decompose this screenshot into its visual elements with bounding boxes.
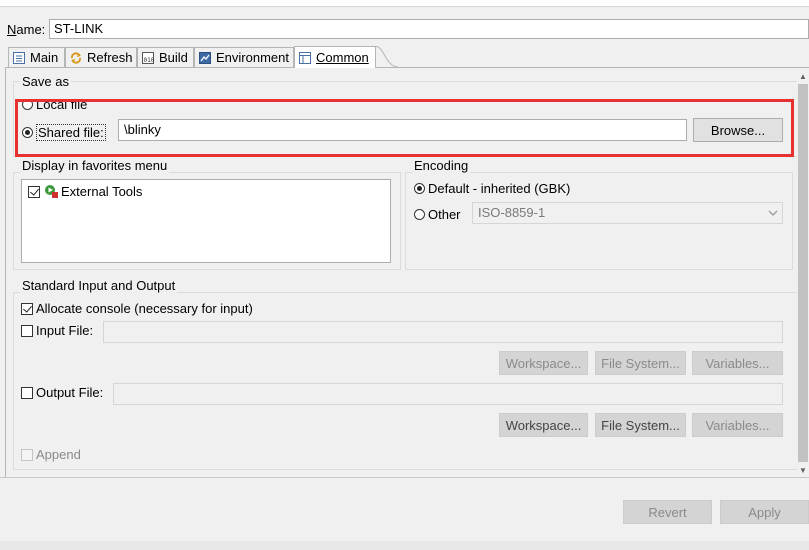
std-io-title: Standard Input and Output bbox=[20, 278, 178, 293]
name-input[interactable]: ST-LINK bbox=[49, 19, 809, 39]
output-file-input[interactable] bbox=[113, 383, 783, 405]
std-io-group bbox=[13, 292, 798, 470]
output-variables-button[interactable]: Variables... bbox=[692, 413, 783, 437]
chevron-down-icon bbox=[766, 206, 780, 220]
external-tools-label: External Tools bbox=[61, 184, 143, 199]
favorites-title: Display in favorites menu bbox=[20, 158, 170, 173]
tab-build-label: Build bbox=[159, 50, 188, 65]
output-workspace-button[interactable]: Workspace... bbox=[499, 413, 588, 437]
scroll-up-icon[interactable]: ▲ bbox=[797, 72, 809, 82]
name-label: Name: bbox=[7, 22, 46, 37]
encoding-other-radio[interactable] bbox=[414, 209, 425, 220]
favorites-item-external-tools[interactable]: External Tools bbox=[28, 184, 142, 199]
tab-environment[interactable]: Environment bbox=[194, 47, 294, 67]
tab-common-label: Common bbox=[316, 50, 369, 65]
refresh-icon bbox=[69, 51, 83, 65]
scroll-down-icon[interactable]: ▼ bbox=[797, 466, 809, 476]
encoding-default-option[interactable]: Default - inherited (GBK) bbox=[414, 181, 570, 196]
tab-refresh-label: Refresh bbox=[87, 50, 133, 65]
input-file-label: Input File: bbox=[36, 323, 94, 338]
input-file-system-button[interactable]: File System... bbox=[595, 351, 686, 375]
append-label: Append bbox=[36, 447, 81, 462]
scrollbar-thumb[interactable] bbox=[798, 84, 808, 462]
encoding-select[interactable]: ISO-8859-1 bbox=[472, 202, 783, 224]
input-file-option[interactable]: Input File: bbox=[21, 323, 93, 338]
revert-button[interactable]: Revert bbox=[623, 500, 712, 524]
highlight-box bbox=[15, 99, 794, 157]
append-checkbox[interactable] bbox=[21, 448, 33, 461]
output-file-label: Output File: bbox=[36, 385, 104, 400]
input-variables-button[interactable]: Variables... bbox=[692, 351, 783, 375]
tab-common[interactable]: Common bbox=[294, 46, 376, 68]
build-icon: 010 bbox=[141, 51, 155, 65]
tab-main[interactable]: Main bbox=[8, 47, 65, 67]
input-workspace-button[interactable]: Workspace... bbox=[499, 351, 588, 375]
output-file-system-button[interactable]: File System... bbox=[595, 413, 686, 437]
save-as-title: Save as bbox=[20, 74, 71, 89]
tab-refresh[interactable]: Refresh bbox=[65, 47, 137, 67]
encoding-title: Encoding bbox=[412, 158, 471, 173]
append-option[interactable]: Append bbox=[21, 447, 81, 462]
tab-build[interactable]: 010 Build bbox=[137, 47, 194, 67]
window-bottom-edge bbox=[0, 541, 809, 550]
svg-text:010: 010 bbox=[144, 57, 155, 64]
external-tools-icon bbox=[44, 184, 59, 199]
environment-icon bbox=[198, 51, 212, 65]
encoding-default-label: Default - inherited (GBK) bbox=[428, 181, 571, 196]
common-tab-icon bbox=[298, 51, 312, 65]
tab-common-curve bbox=[376, 46, 398, 68]
encoding-other-option[interactable]: Other bbox=[414, 207, 461, 222]
main-tab-icon bbox=[12, 51, 26, 65]
tab-main-label: Main bbox=[30, 50, 59, 65]
output-file-option[interactable]: Output File: bbox=[21, 385, 103, 400]
allocate-console-option[interactable]: Allocate console (necessary for input) bbox=[21, 301, 253, 316]
input-file-checkbox[interactable] bbox=[21, 324, 33, 337]
encoding-default-radio[interactable] bbox=[414, 183, 425, 194]
allocate-console-label: Allocate console (necessary for input) bbox=[36, 301, 253, 316]
allocate-console-checkbox[interactable] bbox=[21, 302, 33, 315]
vertical-scrollbar[interactable]: ▲ ▼ bbox=[797, 72, 809, 476]
tab-environment-label: Environment bbox=[216, 50, 289, 65]
apply-button[interactable]: Apply bbox=[720, 500, 809, 524]
output-file-checkbox[interactable] bbox=[21, 386, 33, 399]
encoding-other-label: Other bbox=[428, 207, 461, 222]
window-top-edge bbox=[0, 0, 809, 7]
input-file-input[interactable] bbox=[103, 321, 783, 343]
external-tools-checkbox[interactable] bbox=[28, 185, 40, 198]
panel-bottom-divider bbox=[0, 477, 809, 478]
